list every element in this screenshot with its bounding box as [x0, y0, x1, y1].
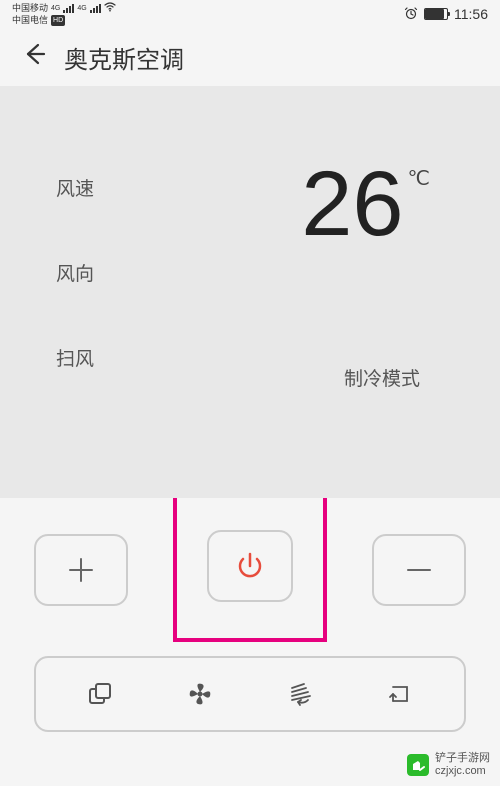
fan-button[interactable] [182, 676, 218, 712]
carrier-1: 中国移动 [12, 3, 48, 14]
mode-label: 制冷模式 [344, 364, 420, 391]
fan-speed-button[interactable]: 风速 [56, 174, 94, 201]
plus-icon [64, 553, 98, 587]
temperature-display: 26 ℃ [301, 158, 430, 250]
watermark-logo-icon [407, 754, 429, 776]
main-display: 风速 风向 扫风 26 ℃ 制冷模式 [0, 86, 500, 498]
signal-icon-2 [90, 4, 101, 13]
control-buttons [0, 498, 500, 634]
temp-down-button[interactable] [372, 534, 466, 606]
battery-icon [424, 8, 448, 20]
temp-up-button[interactable] [34, 534, 128, 606]
swing-icon [284, 678, 316, 710]
status-bar: 中国移动 4G 4G 中国电信 HD 11:56 [0, 0, 500, 28]
temperature-value: 26 [301, 158, 403, 250]
watermark: 铲子手游网 czjxjc.com [407, 752, 490, 778]
status-right: 11:56 [404, 6, 488, 23]
power-button[interactable] [207, 530, 293, 602]
swing-button[interactable]: 扫风 [56, 344, 94, 371]
bottom-toolbar [34, 656, 466, 732]
signal-icon [63, 4, 74, 13]
back-arrow-icon[interactable] [20, 41, 46, 74]
minus-icon [402, 553, 436, 587]
fan-icon [184, 678, 216, 710]
power-icon [232, 548, 268, 584]
net-label-1: 4G [51, 3, 60, 14]
fan-direction-button[interactable]: 风向 [56, 259, 94, 286]
status-carriers: 中国移动 4G 4G 中国电信 HD [12, 2, 116, 26]
wifi-icon [104, 2, 116, 15]
watermark-url: czjxjc.com [435, 765, 490, 778]
alarm-icon [404, 6, 418, 23]
page-title: 奥克斯空调 [64, 40, 184, 75]
temperature-unit: ℃ [408, 166, 430, 191]
cycle-icon [385, 679, 415, 709]
mode-icon [85, 679, 115, 709]
header: 奥克斯空调 [0, 28, 500, 86]
hd-badge: HD [51, 15, 65, 26]
swing-mode-button[interactable] [282, 676, 318, 712]
net-label-2: 4G [77, 3, 86, 14]
power-highlight-box [173, 490, 327, 642]
watermark-title: 铲子手游网 [435, 752, 490, 765]
mode-button[interactable] [82, 676, 118, 712]
timer-button[interactable] [382, 676, 418, 712]
carrier-2: 中国电信 [12, 15, 48, 26]
clock-time: 11:56 [454, 6, 488, 22]
